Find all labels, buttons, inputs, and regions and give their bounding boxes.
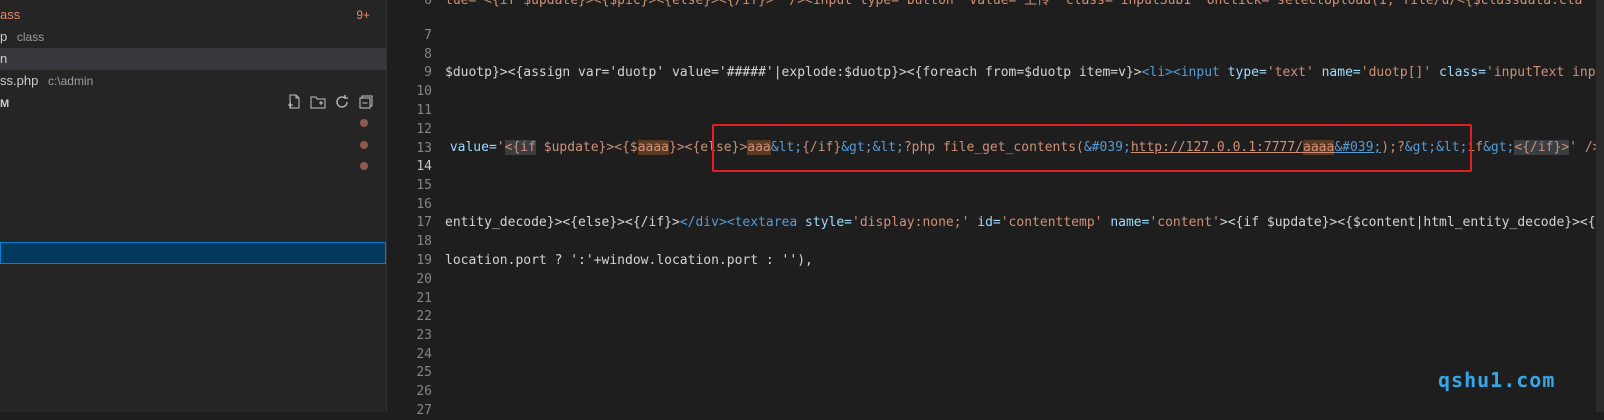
code-token: 'contenttemp' [1000, 215, 1111, 230]
code-token: type= [1227, 65, 1267, 80]
section-title: M [0, 98, 10, 110]
explorer-toolbar [286, 94, 374, 110]
code-token-highlight: aaaa [637, 140, 669, 155]
new-folder-icon[interactable] [310, 94, 326, 110]
file-item-php[interactable]: ss.php c:\admin [0, 70, 93, 92]
modified-dot [360, 141, 368, 149]
code-token: 'inputText inpu [1486, 65, 1604, 80]
file-path: c:\admin [47, 74, 94, 88]
line-number: 13 [416, 141, 432, 156]
code-token: id= [977, 215, 1001, 230]
file-name: ass [0, 7, 21, 22]
line-number: 9 [424, 65, 432, 80]
code-token: 'display:none;' [852, 215, 978, 230]
modified-dot [360, 162, 368, 170]
line-number: 26 [416, 384, 432, 399]
code-token: class= [1439, 65, 1486, 80]
line-number: 25 [416, 365, 432, 380]
line-number: 15 [416, 178, 432, 193]
vertical-scrollbar[interactable] [1596, 0, 1604, 412]
file-item-p[interactable]: p class [0, 26, 44, 48]
line-number: 21 [416, 291, 432, 306]
line-number: 6 [424, 0, 432, 8]
file-name: ss.php [0, 73, 39, 88]
code-line-10: $duotp}><{assign var='duotp' value='####… [445, 63, 1603, 82]
code-token: name= [1321, 65, 1361, 80]
line-number: 22 [416, 309, 432, 324]
problems-badge: 9+ [356, 8, 370, 22]
code-token: &gt; [1483, 140, 1515, 155]
line-number: 12 [416, 122, 432, 137]
line-number: 17 [416, 215, 432, 230]
code-token: $duotp}><{assign var='duotp' value='####… [445, 65, 1142, 80]
annotation-highlight-box [712, 124, 1472, 172]
line-number: 18 [416, 234, 432, 249]
new-file-icon[interactable] [286, 94, 302, 110]
line-number-active: 14 [416, 159, 432, 174]
code-token: 'content' [1149, 215, 1220, 230]
line-number: 16 [416, 197, 432, 212]
code-token: name= [1110, 215, 1150, 230]
code-token: entity_decode}><{else}><{/if}> [445, 215, 680, 230]
refresh-icon[interactable] [334, 94, 350, 110]
code-token: <{/if}> [1514, 140, 1570, 155]
code-line-6: lue='<{if $update}><{$pic}><{else}><{/if… [445, 0, 1583, 8]
line-number: 23 [416, 328, 432, 343]
code-token: ><{if $update}><{$content|html_entity_de… [1219, 215, 1604, 230]
code-line-20: location.port ? ':'+window.location.port… [445, 253, 813, 268]
file-description: class [16, 30, 45, 44]
code-token: </div><textarea [679, 215, 806, 230]
code-token: <{if [504, 140, 536, 155]
code-token: value= [442, 140, 497, 155]
file-item-selected[interactable]: n [0, 48, 386, 70]
line-number: 19 [416, 253, 432, 268]
line-number: 11 [416, 103, 432, 118]
code-editor[interactable]: 6 7 8 9 10 11 12 13 14 15 16 17 18 19 20… [387, 0, 1604, 418]
explorer-section-header[interactable]: M [0, 92, 386, 114]
modified-dot [360, 119, 368, 127]
file-name: p [0, 29, 8, 44]
line-number: 10 [416, 84, 432, 99]
line-number: 20 [416, 272, 432, 287]
code-token: 'text' [1266, 65, 1322, 80]
file-item-class[interactable]: ass 9+ [0, 4, 386, 26]
explorer-sidebar: ass 9+ p class n ss.php c:\admin M [0, 0, 387, 412]
file-item-focused[interactable] [0, 242, 386, 264]
watermark: qshu1.com [1438, 368, 1556, 392]
code-token: 'duotp[]' [1360, 65, 1440, 80]
code-token: $update}><{$ [535, 140, 638, 155]
line-number-gutter: 6 7 8 9 10 11 12 13 14 15 16 17 18 19 20… [387, 0, 432, 418]
collapse-all-icon[interactable] [358, 94, 374, 110]
code-token: style= [805, 215, 853, 230]
line-number: 27 [416, 403, 432, 418]
line-number: 24 [416, 347, 432, 362]
code-token: <li><input [1141, 65, 1228, 80]
line-number: 7 [424, 28, 432, 43]
file-name: n [0, 51, 8, 66]
code-line-18: entity_decode}><{else}><{/if}></div><tex… [445, 213, 1603, 232]
line-number: 8 [424, 47, 432, 62]
code-token: ' [496, 140, 505, 155]
